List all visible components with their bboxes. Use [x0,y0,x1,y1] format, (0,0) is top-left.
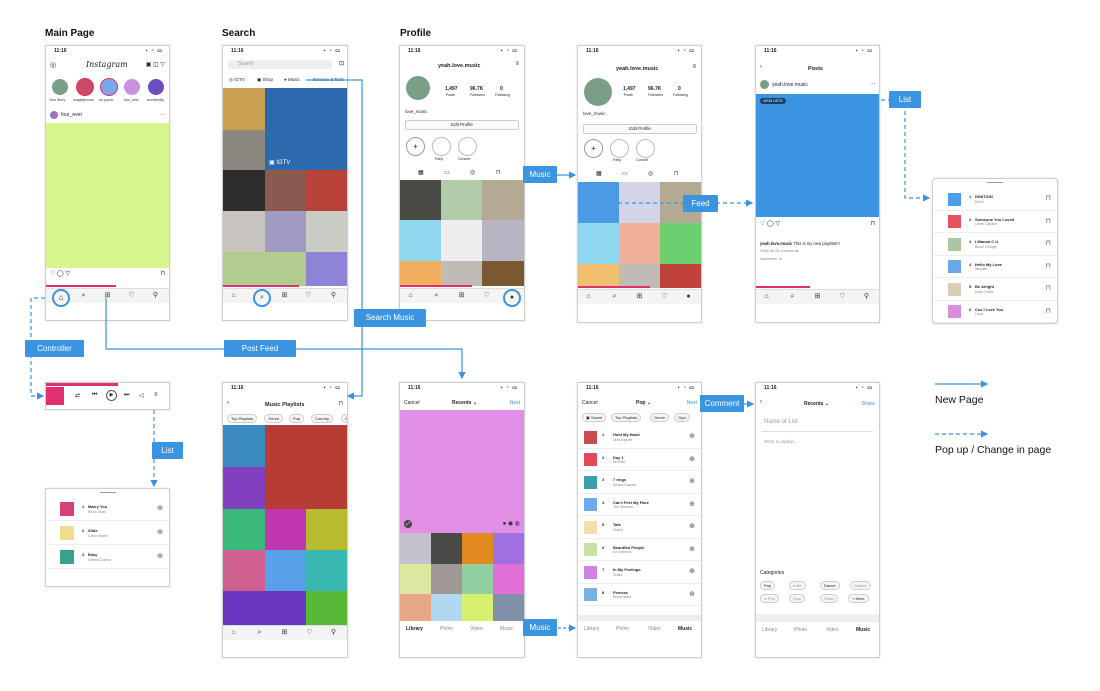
badge-comment: Comment [700,395,744,412]
legend-popup: Pop up / Change in page [935,444,1052,456]
flow-connectors [30,79,989,632]
badge-search-music: Search Music [354,309,426,327]
badge-list: List [889,91,921,108]
badge-feed: Feed [683,195,718,212]
legend-new-page: New Page [935,394,984,406]
badge-list-2: List [152,442,183,459]
badge-post-feed: Post Feed [224,340,296,357]
badge-music-2: Music [523,619,557,636]
connector-list [790,99,931,202]
badge-music: Music [523,166,557,183]
badge-controller: Controller [25,340,84,357]
